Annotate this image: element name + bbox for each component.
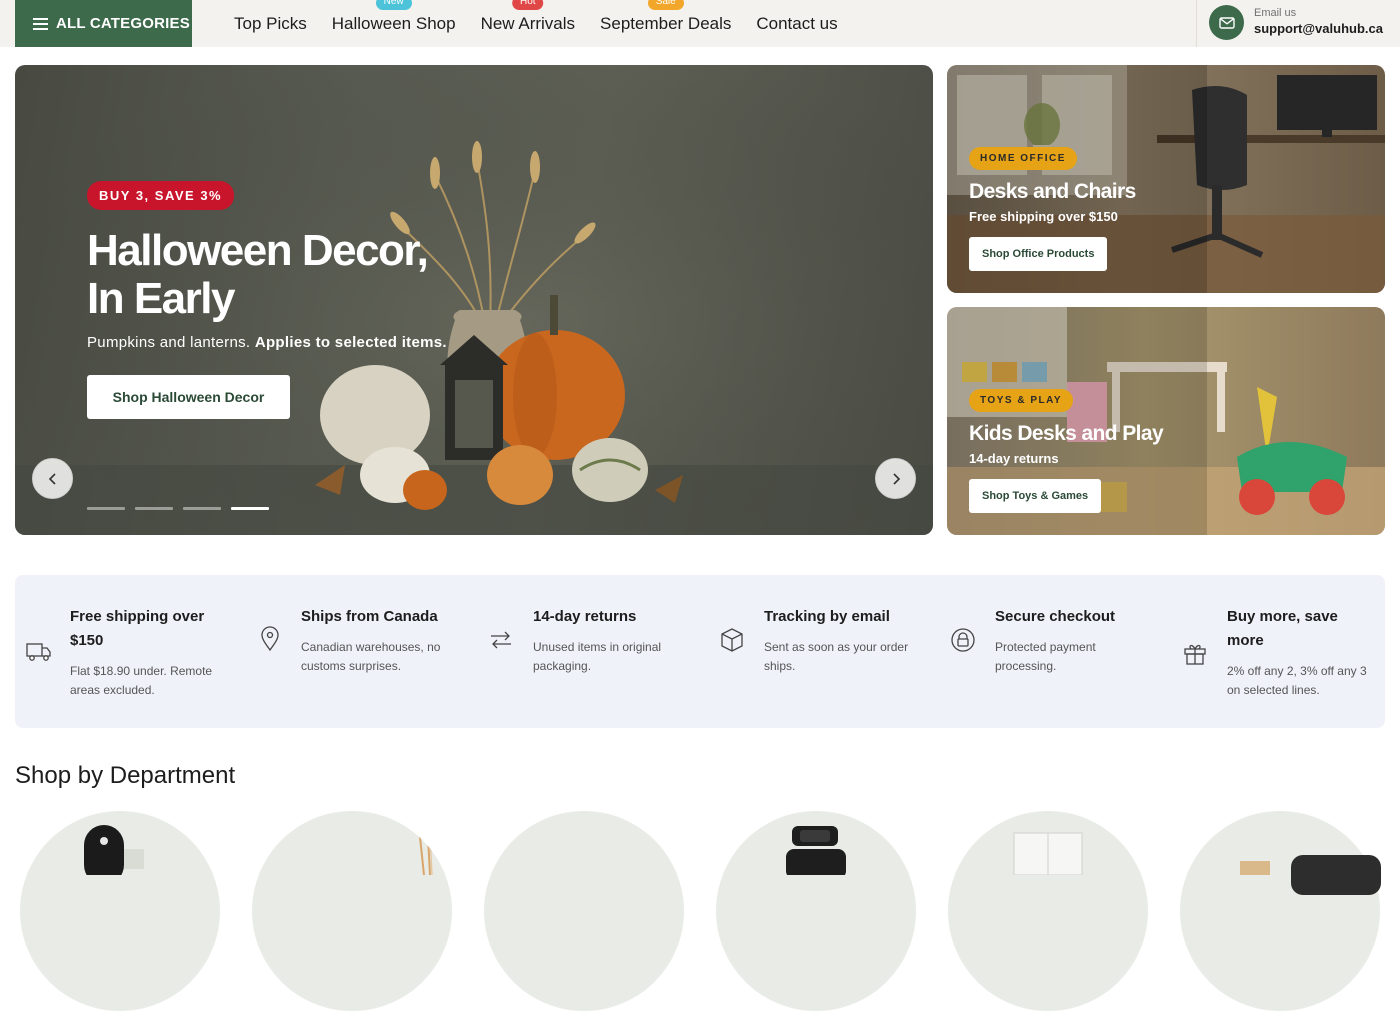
all-categories-button[interactable]: ALL CATEGORIES — [15, 0, 192, 47]
feature-description: Sent as soon as your order ships. — [764, 640, 909, 673]
department-tile[interactable] — [484, 811, 684, 1011]
feature-title: Secure checkout — [995, 608, 1116, 625]
promo-title: Kids Desks and Play — [969, 422, 1164, 445]
promo-badge: HOME OFFICE — [969, 147, 1077, 170]
carousel-next-button[interactable] — [875, 458, 916, 499]
hero-subtitle-bold: Applies to selected items. — [254, 334, 447, 351]
feature-title: Ships from Canada — [301, 608, 438, 625]
carousel-dot[interactable] — [183, 507, 221, 510]
feature-title: Buy more, save more — [1227, 608, 1338, 649]
nav-link-new-arrivals[interactable]: Hot New Arrivals — [480, 0, 576, 34]
department-tile[interactable] — [948, 811, 1148, 1011]
feature-title: Free shipping over $150 — [70, 608, 205, 649]
return-arrows-icon — [491, 631, 511, 649]
lamp-image — [419, 836, 433, 876]
nav-link-top-picks[interactable]: Top Picks — [234, 14, 307, 34]
location-pin-icon — [261, 626, 279, 652]
hero-promo-badge: BUY 3, SAVE 3% — [87, 181, 235, 210]
feature-buy-more: Buy more, save more 2% off any 2, 3% off… — [1171, 575, 1385, 728]
hero-title: Halloween Decor, In Early — [87, 227, 587, 323]
feature-description: Flat $18.90 under. Remote areas excluded… — [70, 664, 213, 697]
feature-title: Tracking by email — [764, 608, 890, 625]
feature-ships-from-canada: Ships from Canada Canadian warehouses, n… — [246, 575, 477, 728]
chat-widget-button[interactable] — [1291, 855, 1381, 895]
feature-tracking: Tracking by email Sent as soon as your o… — [709, 575, 940, 728]
hero-banner: BUY 3, SAVE 3% Halloween Decor, In Early… — [15, 65, 933, 535]
email-contact[interactable]: Email us support@valuhub.ca — [1196, 0, 1400, 47]
department-tile[interactable] — [1180, 811, 1380, 1011]
feature-description: 2% off any 2, 3% off any 3 on selected l… — [1227, 664, 1367, 697]
truck-icon — [26, 643, 51, 661]
shop-by-department-heading: Shop by Department — [15, 762, 236, 789]
box-icon — [721, 628, 743, 652]
cabinet-image — [1013, 832, 1083, 876]
nav-badge-new: New — [375, 0, 412, 10]
nav-link-halloween-shop[interactable]: New Halloween Shop — [331, 0, 456, 34]
email-label: Email us — [1254, 7, 1297, 19]
carousel-dot[interactable] — [87, 507, 125, 510]
lock-icon — [951, 628, 975, 652]
department-tile[interactable] — [716, 811, 916, 1011]
promo-badge: TOYS & PLAY — [969, 389, 1074, 412]
chevron-left-icon — [48, 472, 56, 485]
department-tile[interactable] — [20, 811, 220, 1011]
feature-returns: 14-day returns Unused items in original … — [478, 575, 709, 728]
features-strip: Free shipping over $150 Flat $18.90 unde… — [15, 575, 1385, 728]
nav-link-label: Halloween Shop — [331, 13, 456, 33]
gift-icon — [1184, 644, 1206, 665]
promo-card-office[interactable]: HOME OFFICE Desks and Chairs Free shippi… — [947, 65, 1385, 293]
feature-title: 14-day returns — [533, 608, 637, 625]
mail-icon — [1209, 5, 1244, 40]
nav-link-september-deals[interactable]: Sale September Deals — [600, 0, 732, 34]
skateboard-image — [84, 825, 144, 885]
top-nav: ALL CATEGORIES Top Picks New Halloween S… — [0, 0, 1400, 47]
shop-halloween-decor-button[interactable]: Shop Halloween Decor — [87, 375, 290, 419]
feature-free-shipping: Free shipping over $150 Flat $18.90 unde… — [15, 575, 246, 728]
nav-link-label: Contact us — [756, 13, 838, 33]
all-categories-label: ALL CATEGORIES — [56, 15, 190, 32]
nav-badge-hot: Hot — [512, 0, 544, 10]
carousel-dot[interactable] — [135, 507, 173, 510]
nav-links: Top Picks New Halloween Shop Hot New Arr… — [234, 0, 863, 47]
hero-subtitle-plain: Pumpkins and lanterns. — [87, 334, 251, 351]
carousel-prev-button[interactable] — [32, 458, 73, 499]
hero-subtitle: Pumpkins and lanterns. Applies to select… — [87, 334, 447, 351]
nav-link-label: Top Picks — [234, 13, 307, 33]
feature-description: Protected payment processing. — [995, 640, 1096, 673]
nav-link-contact-us[interactable]: Contact us — [756, 14, 837, 34]
hero-title-line1: Halloween Decor, — [87, 226, 429, 275]
office-chair-thumbnail — [786, 826, 846, 879]
chevron-right-icon — [892, 472, 900, 485]
carousel-dots — [87, 507, 279, 510]
nav-link-label: September Deals — [600, 13, 732, 33]
feature-description: Unused items in original packaging. — [533, 640, 662, 673]
shop-office-products-button[interactable]: Shop Office Products — [969, 237, 1108, 271]
promo-card-toys[interactable]: TOYS & PLAY Kids Desks and Play 14-day r… — [947, 307, 1385, 535]
promo-subtitle: Free shipping over $150 — [969, 209, 1118, 224]
promo-subtitle: 14-day returns — [969, 451, 1059, 466]
feature-secure-checkout: Secure checkout Protected payment proces… — [940, 575, 1171, 728]
nav-link-label: New Arrivals — [480, 13, 576, 33]
feature-description: Canadian warehouses, no customs surprise… — [301, 640, 441, 673]
department-tile[interactable] — [252, 811, 452, 1011]
promo-title: Desks and Chairs — [969, 180, 1136, 203]
shop-toys-games-button[interactable]: Shop Toys & Games — [969, 479, 1102, 513]
email-address[interactable]: support@valuhub.ca — [1254, 21, 1383, 36]
carousel-dot-active[interactable] — [231, 507, 269, 510]
hero-title-line2: In Early — [87, 274, 235, 323]
nav-badge-sale: Sale — [647, 0, 684, 10]
menu-icon — [33, 17, 48, 30]
